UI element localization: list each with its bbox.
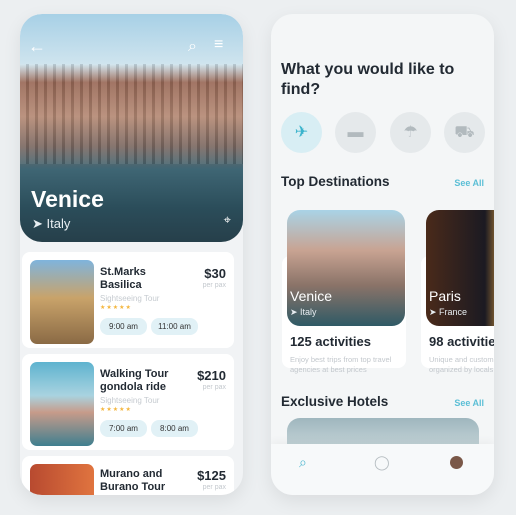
activity-count: 98 activities <box>429 334 494 349</box>
see-all-hotels[interactable]: See All <box>454 398 484 408</box>
activity-count: 125 activities <box>290 334 371 349</box>
tour-card[interactable]: Walking Tour gondola ride $210 per pax S… <box>22 354 234 450</box>
avatar[interactable] <box>450 456 463 469</box>
tour-name: Murano and Burano Tour <box>100 468 166 493</box>
destination-description: Enjoy best trips from top travel agencie… <box>290 355 392 374</box>
scooter-icon: ⛟ <box>454 124 475 141</box>
tour-image <box>30 464 94 495</box>
hero-title: Venice <box>31 186 104 212</box>
tour-price: $30 <box>204 266 226 281</box>
ring-tab-icon[interactable]: ◯ <box>374 454 390 471</box>
tour-price: $210 <box>197 368 226 383</box>
page-title: What you would like to find? <box>281 61 455 98</box>
bed-icon: ▬ <box>347 124 364 141</box>
destination-name: Venice <box>290 288 333 304</box>
plane-icon: ✈ <box>294 124 309 141</box>
section-title: Exclusive Hotels <box>281 394 389 409</box>
explore-screen: What you would like to find? ✈ ▬ ☂ ⛟ Top… <box>271 14 494 495</box>
price-unit: per pax <box>202 484 226 491</box>
food-icon: ☂ <box>403 124 418 141</box>
tour-list-screen: ← ⌕ ≡ Venice ➤ Italy ⌖ St.Marks Basilica… <box>20 14 243 495</box>
back-arrow-icon[interactable]: ← <box>28 36 46 57</box>
time-slot[interactable]: 11:00 am <box>151 318 198 335</box>
location-arrow-icon: ➤ <box>32 216 47 231</box>
tour-card[interactable]: St.Marks Basilica $30 per pax Sightseein… <box>22 252 234 348</box>
destination-description: Unique and customized tours organized by… <box>429 355 494 374</box>
filter-icon[interactable]: ≡ <box>214 36 223 54</box>
hero-country: ➤ Italy <box>32 216 71 231</box>
search-icon[interactable]: ⌕ <box>188 38 197 56</box>
destination-card[interactable]: Paris ➤ France 98 activities Unique and … <box>421 210 494 374</box>
search-tab-icon[interactable]: ⌕ <box>299 454 307 471</box>
price-unit: per pax <box>202 384 226 391</box>
bottom-tab-bar: ⌕ ◯ <box>271 444 494 495</box>
rating-stars: ★★★★★ <box>100 305 132 311</box>
category-scooter[interactable]: ⛟ <box>444 112 485 153</box>
section-title: Top Destinations <box>281 174 390 189</box>
rating-stars: ★★★★★ <box>100 407 132 413</box>
tour-type: Sightseeing Tour <box>100 396 160 405</box>
category-food[interactable]: ☂ <box>390 112 431 153</box>
tour-name: Walking Tour gondola ride <box>100 368 169 393</box>
time-slot[interactable]: 7:00 am <box>100 420 147 437</box>
destination-card[interactable]: Venice ➤ Italy 125 activities Enjoy best… <box>282 210 410 374</box>
destination-country: ➤ France <box>429 307 468 317</box>
destination-name: Paris <box>429 288 461 304</box>
tour-image <box>30 362 94 446</box>
price-unit: per pax <box>202 282 226 289</box>
tour-name: St.Marks Basilica <box>100 266 146 291</box>
hero-image: ← ⌕ ≡ Venice ➤ Italy ⌖ <box>20 14 243 242</box>
tour-type: Sightseeing Tour <box>100 294 160 303</box>
tour-price: $125 <box>197 468 226 483</box>
see-all-destinations[interactable]: See All <box>454 178 484 188</box>
destination-country: ➤ Italy <box>290 307 317 317</box>
category-hotels[interactable]: ▬ <box>335 112 376 153</box>
category-flights[interactable]: ✈ <box>281 112 322 153</box>
time-slot[interactable]: 9:00 am <box>100 318 147 335</box>
tour-image <box>30 260 94 344</box>
map-pin-icon[interactable]: ⌖ <box>224 212 231 228</box>
time-slot[interactable]: 8:00 am <box>151 420 198 437</box>
tour-card[interactable]: Murano and Burano Tour $125 per pax <box>22 456 234 495</box>
